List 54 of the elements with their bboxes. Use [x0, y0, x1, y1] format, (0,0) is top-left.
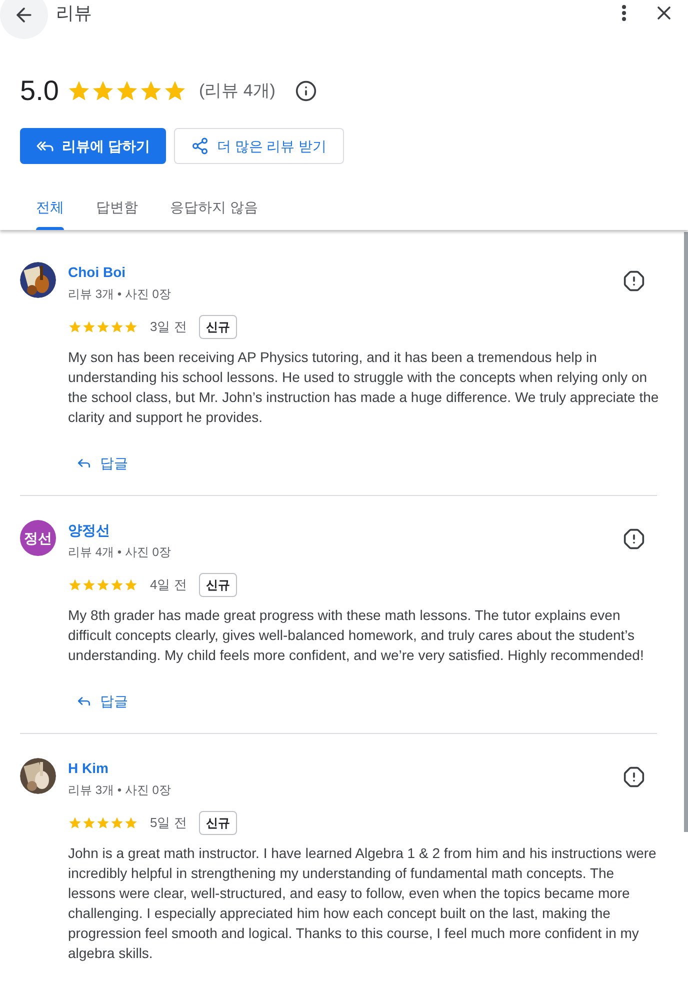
star-icon	[96, 320, 110, 334]
review-count: (리뷰 4개)	[198, 80, 276, 102]
tab[interactable]: 전체	[20, 184, 80, 230]
report-icon[interactable]	[623, 528, 645, 550]
star-icon	[68, 816, 82, 830]
star-icon	[110, 320, 124, 334]
review-time: 3일 전	[150, 318, 187, 336]
star-icon	[68, 320, 82, 334]
new-badge: 신규	[198, 573, 237, 597]
star-icon	[82, 578, 96, 592]
review-time: 4일 전	[150, 576, 187, 594]
star-icon	[114, 79, 139, 103]
star-icon	[96, 816, 110, 830]
reply-button[interactable]: 답글	[76, 447, 128, 479]
star-icon	[124, 578, 138, 592]
review-text: My 8th grader has made great progress with these math lessons. The tutor explains even difficult concepts clearly, gives well-balanced homework, and truly cares about the student’s understanding. My child feels more confident, and we’re very satisfied. Highly recommended!	[68, 606, 645, 665]
back-button[interactable]	[0, 0, 48, 39]
header-title: 리뷰	[56, 2, 92, 24]
share-icon	[190, 137, 209, 155]
review-text: My son has been receiving AP Physics tutoring, and it has been a tremendous help in understanding his school lessons. He used to struggle with the concepts when relying only on the school class, but Mr. John’s instruction has made a huge difference. We truly appreciate the clarity and support he provides.	[68, 348, 660, 427]
reply-to-reviews-button[interactable]: 리뷰에 답하기	[20, 128, 166, 164]
reply-button[interactable]: 답글	[76, 685, 128, 717]
star-icon	[124, 816, 138, 830]
star-icon	[90, 79, 115, 103]
report-icon[interactable]	[623, 270, 645, 292]
star-icon	[82, 816, 96, 830]
report-icon[interactable]	[623, 766, 645, 788]
tab[interactable]: 답변함	[80, 184, 154, 230]
star-icon	[110, 578, 124, 592]
review-text: John is a great math instructor. I have learned Algebra 1 & 2 from him and his instructions were incredibly helpful in strengthening my understanding of fundamental math concepts. The lessons were clear, well-structured, and easy to follow, even when the topics became more challenging. I especially appreciated him how each concept built on the last, making the progression feel smooth and logical. Thanks to this course, I feel much more confident in my algebra skills.	[68, 844, 658, 963]
star-icon	[68, 578, 82, 592]
reviewer-meta: 리뷰 3개 • 사진 0장	[68, 286, 172, 303]
star-icon	[124, 320, 138, 334]
reviewer-meta: 리뷰 4개 • 사진 0장	[68, 544, 172, 561]
more-options-icon	[622, 5, 626, 21]
tab[interactable]: 응답하지 않음	[154, 184, 274, 230]
star-icon	[110, 816, 124, 830]
star-icon	[96, 578, 110, 592]
reviewer-name[interactable]: H Kim	[68, 758, 611, 779]
star-icon	[138, 79, 163, 103]
star-icon	[66, 79, 91, 103]
new-badge: 신규	[198, 811, 237, 835]
reviewer-name[interactable]: 양정선	[68, 520, 611, 541]
get-more-reviews-button[interactable]: 더 많은 리뷰 받기	[174, 128, 344, 164]
rating-value: 5.0	[20, 74, 59, 108]
star-icon	[82, 320, 96, 334]
scrollbar[interactable]	[684, 232, 688, 832]
reviewer-name[interactable]: Choi Boi	[68, 262, 611, 283]
reviewer-meta: 리뷰 3개 • 사진 0장	[68, 782, 172, 799]
review-time: 5일 전	[150, 814, 187, 832]
info-icon[interactable]	[295, 80, 318, 102]
avatar: 정선	[20, 520, 56, 556]
star-icon	[162, 79, 187, 103]
new-badge: 신규	[198, 315, 237, 339]
